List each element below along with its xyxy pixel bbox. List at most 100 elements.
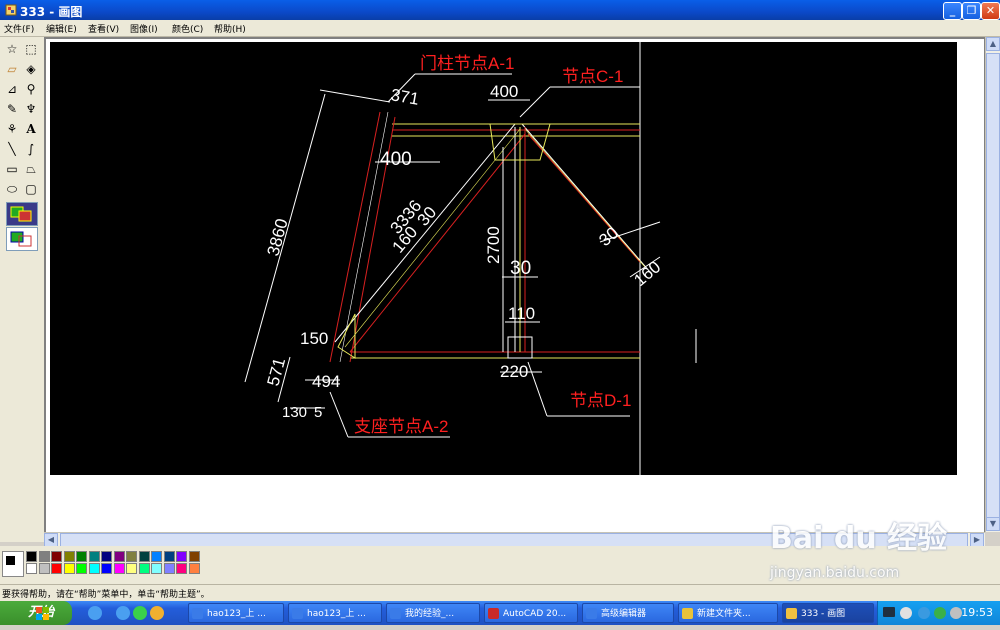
color-swatch[interactable] xyxy=(26,551,37,562)
color-swatch[interactable] xyxy=(51,551,62,562)
dim-130: 130 xyxy=(282,404,307,421)
rectangle-tool[interactable]: ▭ xyxy=(3,160,21,178)
task-button-autocad[interactable]: AutoCAD 20... xyxy=(484,603,578,623)
task-button-folder[interactable]: 新建文件夹... xyxy=(678,603,778,623)
current-colors[interactable] xyxy=(2,551,24,577)
color-swatch[interactable] xyxy=(38,563,50,574)
task-button-1[interactable]: hao123_上 ... xyxy=(188,603,284,623)
color-swatch[interactable] xyxy=(138,551,150,562)
scroll-left-button[interactable]: ◀ xyxy=(44,533,58,547)
fill-tool[interactable]: ◈ xyxy=(22,60,40,78)
ellipse-tool[interactable]: ⬭ xyxy=(3,180,21,198)
close-button[interactable]: ✕ xyxy=(981,2,1000,20)
eraser-tool[interactable]: ▱ xyxy=(3,60,21,78)
browser-icon xyxy=(586,608,597,619)
dim-30-b: 30 xyxy=(510,258,531,279)
tray-network-icon[interactable] xyxy=(918,607,930,619)
scroll-right-button[interactable]: ▶ xyxy=(970,533,984,547)
menu-bar: 文件(F) 编辑(E) 查看(V) 图像(I) 颜色(C) 帮助(H) xyxy=(0,20,1000,37)
dim-3860: 3860 xyxy=(264,217,292,258)
color-swatch[interactable] xyxy=(51,563,62,574)
tray-monitor-icon[interactable] xyxy=(883,607,895,617)
rounded-rect-tool[interactable]: ▢ xyxy=(22,180,40,198)
ellipse-icon: ⬭ xyxy=(6,181,18,196)
label-support-node: 支座节点A-2 xyxy=(354,417,448,436)
color-swatch[interactable] xyxy=(38,551,50,562)
color-swatch[interactable] xyxy=(26,563,37,574)
menu-help[interactable]: 帮助(H) xyxy=(214,22,246,35)
color-swatch[interactable] xyxy=(88,551,100,562)
color-swatch[interactable] xyxy=(176,551,187,562)
color-swatch[interactable] xyxy=(88,563,100,574)
color-swatch[interactable] xyxy=(101,551,112,562)
line-tool[interactable]: ╲ xyxy=(3,140,21,158)
color-swatch[interactable] xyxy=(76,551,87,562)
polygon-tool[interactable]: ⏢ xyxy=(22,160,40,178)
quicklaunch-icon-1[interactable] xyxy=(88,606,102,620)
task-button-2[interactable]: hao123_上 ... xyxy=(288,603,382,623)
color-swatch[interactable] xyxy=(176,563,187,574)
airbrush-tool[interactable]: ⚘ xyxy=(3,120,21,138)
task-button-paint[interactable]: 333 - 画图 xyxy=(782,603,874,623)
autocad-icon xyxy=(488,608,499,619)
task-button-editor[interactable]: 高级编辑器 xyxy=(582,603,674,623)
browser-icon xyxy=(390,608,401,619)
color-swatch[interactable] xyxy=(76,563,87,574)
brush-tool[interactable]: ♆ xyxy=(22,100,40,118)
tray-volume-icon[interactable] xyxy=(950,607,962,619)
window-title: 333 - 画图 xyxy=(20,5,83,19)
dim-30-c: 30 xyxy=(595,223,622,250)
minimize-button[interactable]: _ xyxy=(943,2,962,20)
browser-icon xyxy=(192,608,203,619)
scroll-up-button[interactable]: ▲ xyxy=(986,37,1000,51)
tray-icon-2[interactable] xyxy=(900,607,912,619)
curve-tool[interactable]: ∫ xyxy=(22,140,40,158)
task-button-3[interactable]: 我的经验_... xyxy=(386,603,480,623)
opaque-option[interactable] xyxy=(6,202,38,226)
canvas[interactable]: 门柱节点A-1 节点C-1 节点D-1 支座节点A-2 371 400 400 … xyxy=(46,39,984,532)
color-swatch[interactable] xyxy=(188,563,200,574)
free-select-tool[interactable]: ☆ xyxy=(3,40,21,58)
dim-371: 371 xyxy=(389,85,420,109)
menu-view[interactable]: 查看(V) xyxy=(88,22,119,35)
vertical-scroll-thumb[interactable] xyxy=(986,53,1000,529)
color-swatch[interactable] xyxy=(101,563,112,574)
maximize-button[interactable]: ❐ xyxy=(962,2,981,20)
baidu-watermark: Bai du 经验 jingyan.baidu.com xyxy=(770,513,970,583)
scroll-down-button[interactable]: ▼ xyxy=(986,517,1000,531)
windows-logo-icon xyxy=(8,606,49,620)
menu-edit[interactable]: 编辑(E) xyxy=(46,22,77,35)
text-tool[interactable]: A xyxy=(22,120,40,138)
color-swatch[interactable] xyxy=(151,551,162,562)
quicklaunch-ie-icon[interactable] xyxy=(116,606,130,620)
color-swatch[interactable] xyxy=(126,563,137,574)
pencil-tool[interactable]: ✎ xyxy=(3,100,21,118)
rect-select-tool[interactable]: ⬚ xyxy=(22,40,40,58)
watermark-url: jingyan.baidu.com xyxy=(770,565,900,581)
transparent-option[interactable] xyxy=(6,227,38,251)
tray-icon-4[interactable] xyxy=(934,607,946,619)
system-tray: 19:53 xyxy=(877,601,1000,625)
magnifier-tool[interactable]: ⚲ xyxy=(22,80,40,98)
color-swatch[interactable] xyxy=(113,551,125,562)
dim-5: 5 xyxy=(314,404,322,421)
start-button[interactable]: 开始 xyxy=(0,601,72,625)
color-swatch[interactable] xyxy=(188,551,200,562)
color-swatch[interactable] xyxy=(63,551,75,562)
color-swatch[interactable] xyxy=(163,551,175,562)
menu-file[interactable]: 文件(F) xyxy=(4,22,34,35)
color-swatch[interactable] xyxy=(138,563,150,574)
status-text: 要获得帮助，请在“帮助”菜单中，单击“帮助主题”。 xyxy=(2,590,210,600)
eyedropper-tool[interactable]: ⊿ xyxy=(3,80,21,98)
vertical-scrollbar[interactable]: ▲ ▼ xyxy=(985,37,1000,532)
color-swatch[interactable] xyxy=(151,563,162,574)
color-swatch[interactable] xyxy=(163,563,175,574)
menu-image[interactable]: 图像(I) xyxy=(130,22,158,35)
quicklaunch-icon-3[interactable] xyxy=(133,606,147,620)
color-swatch[interactable] xyxy=(113,563,125,574)
color-swatch[interactable] xyxy=(126,551,137,562)
menu-colors[interactable]: 颜色(C) xyxy=(172,22,203,35)
clock[interactable]: 19:53 xyxy=(961,606,993,619)
quicklaunch-icon-4[interactable] xyxy=(150,606,164,620)
color-swatch[interactable] xyxy=(63,563,75,574)
